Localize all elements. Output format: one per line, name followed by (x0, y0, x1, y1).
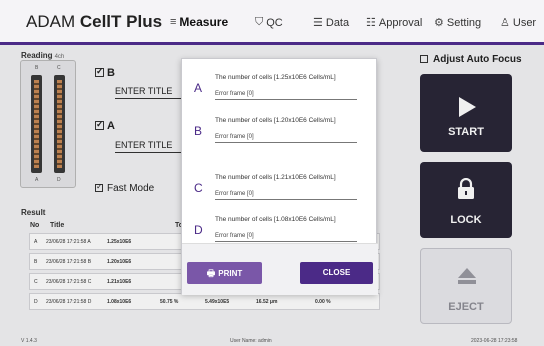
app-title: ADAM CellT Plus (26, 12, 163, 31)
tab-data[interactable]: ☰ Data (313, 16, 349, 30)
result-entry-b: B The number of cells [1.20x10E6 Cells/m… (182, 114, 378, 150)
error-frame-text: Error frame [0] (215, 134, 357, 143)
tab-measure[interactable]: ≡ Measure (170, 15, 228, 29)
approval-list-icon: ☷ (366, 17, 376, 29)
error-frame-text: Error frame [0] (215, 233, 357, 242)
tab-qc[interactable]: ⛉ QC (255, 16, 283, 29)
entry-letter: D (194, 223, 203, 237)
entry-letter: A (194, 81, 203, 95)
dialog-footer: 🖶 PRINT CLOSE (182, 243, 378, 295)
entry-letter: B (194, 124, 203, 138)
tab-setting[interactable]: ⚙ Setting (434, 16, 481, 30)
top-bar: ADAM CellT Plus ≡ Measure ⛉ QC ☰ Data ☷ Appr… (0, 0, 544, 45)
result-entry-a: A The number of cells [1.25x10E6 Cells/m… (182, 71, 378, 107)
error-frame-text: Error frame [0] (215, 91, 357, 100)
printer-icon: 🖶 (206, 268, 216, 278)
print-button[interactable]: 🖶 PRINT (187, 262, 262, 284)
cell-count-text: The number of cells [1.08x10E6 Cells/mL] (215, 216, 336, 223)
result-entry-c: C The number of cells [1.21x10E6 Cells/m… (182, 171, 378, 207)
cell-count-text: The number of cells [1.21x10E6 Cells/mL] (215, 174, 336, 181)
results-dialog: A The number of cells [1.25x10E6 Cells/m… (181, 58, 378, 295)
tab-approval[interactable]: ☷ Approval (366, 16, 422, 30)
tab-user[interactable]: ♙ User (500, 16, 536, 30)
cell-count-text: The number of cells [1.20x10E6 Cells/mL] (215, 117, 336, 124)
menu-icon: ≡ (170, 16, 177, 28)
error-frame-text: Error frame [0] (215, 191, 357, 200)
cell-count-text: The number of cells [1.25x10E6 Cells/mL] (215, 74, 336, 81)
user-icon: ♙ (500, 17, 510, 29)
gear-icon: ⚙ (434, 17, 444, 29)
entry-letter: C (194, 181, 203, 195)
list-icon: ☰ (313, 17, 323, 29)
shield-icon: ⛉ (255, 16, 264, 28)
close-button[interactable]: CLOSE (300, 262, 373, 284)
